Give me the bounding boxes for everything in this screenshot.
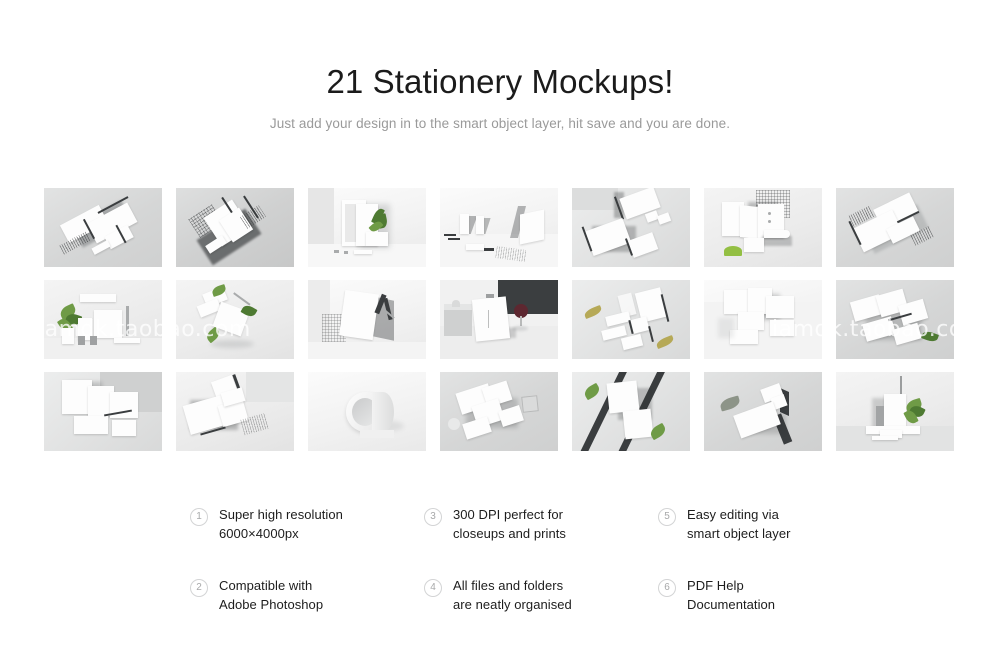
mockup-thumbnail-6[interactable] — [704, 188, 822, 267]
feature-item-3: 3 300 DPI perfect for closeups and print… — [424, 506, 658, 543]
mockup-scene-4 — [440, 188, 558, 267]
feature-line-2: closeups and prints — [453, 525, 566, 541]
mockup-thumbnail-13[interactable] — [704, 280, 822, 359]
mockup-thumbnail-12[interactable] — [572, 280, 690, 359]
feature-item-2: 2 Compatible with Adobe Photoshop — [190, 577, 424, 614]
mockup-thumbnail-21[interactable] — [836, 372, 954, 451]
mockup-thumbnail-19[interactable] — [572, 372, 690, 451]
mockup-thumbnail-17[interactable] — [308, 372, 426, 451]
mockup-scene-17 — [308, 372, 426, 451]
mockup-scene-20 — [704, 372, 822, 451]
feature-text: All files and folders are neatly organis… — [453, 577, 572, 614]
page-subtitle: Just add your design in to the smart obj… — [269, 116, 731, 131]
feature-text: Super high resolution 6000×4000px — [219, 506, 343, 543]
mockup-scene-14 — [836, 280, 954, 359]
mockup-scene-16 — [176, 372, 294, 451]
feature-line-2: smart object layer — [687, 525, 791, 541]
feature-text: Easy editing via smart object layer — [687, 506, 791, 543]
feature-list: 1 Super high resolution 6000×4000px 3 30… — [190, 506, 890, 614]
mockup-thumbnail-16[interactable] — [176, 372, 294, 451]
feature-item-5: 5 Easy editing via smart object layer — [658, 506, 890, 543]
mockup-scene-12 — [572, 280, 690, 359]
page-title: 21 Stationery Mockups! — [326, 63, 674, 100]
feature-line-2: 6000×4000px — [219, 525, 299, 541]
feature-number-badge: 6 — [658, 579, 676, 597]
feature-text: Compatible with Adobe Photoshop — [219, 577, 323, 614]
feature-item-1: 1 Super high resolution 6000×4000px — [190, 506, 424, 543]
feature-number-badge: 5 — [658, 508, 676, 526]
mockup-thumbnail-9[interactable] — [176, 280, 294, 359]
header: 21 Stationery Mockups! Just add your des… — [0, 0, 1000, 131]
feature-text: 300 DPI perfect for closeups and prints — [453, 506, 566, 543]
mockup-scene-5 — [572, 188, 690, 267]
feature-line-2: Documentation — [687, 596, 776, 612]
mockup-thumbnail-1[interactable] — [44, 188, 162, 267]
mockup-thumbnail-11[interactable] — [440, 280, 558, 359]
feature-item-6: 6 PDF Help Documentation — [658, 577, 890, 614]
feature-line-1: Compatible with — [219, 578, 313, 593]
poster-page: 21 Stationery Mockups! Just add your des… — [0, 0, 1000, 665]
mockup-scene-11 — [440, 280, 558, 359]
mockup-scene-3 — [308, 188, 426, 267]
feature-line-2: Adobe Photoshop — [219, 596, 324, 612]
mockup-thumbnail-4[interactable] — [440, 188, 558, 267]
mockup-scene-21 — [836, 372, 954, 451]
mockup-thumbnail-14[interactable] — [836, 280, 954, 359]
mockup-thumbnail-3[interactable] — [308, 188, 426, 267]
feature-number-badge: 4 — [424, 579, 442, 597]
mockup-scene-13 — [704, 280, 822, 359]
feature-number-badge: 1 — [190, 508, 208, 526]
feature-line-1: 300 DPI perfect for — [453, 507, 564, 522]
mockup-thumbnail-18[interactable] — [440, 372, 558, 451]
feature-line-1: Easy editing via — [687, 507, 779, 522]
mockup-thumbnail-7[interactable] — [836, 188, 954, 267]
mockup-thumbnail-20[interactable] — [704, 372, 822, 451]
mockup-scene-15 — [44, 372, 162, 451]
mockup-scene-2 — [176, 188, 294, 267]
mockup-thumbnail-15[interactable] — [44, 372, 162, 451]
mockup-scene-7 — [836, 188, 954, 267]
mockup-thumbnail-8[interactable] — [44, 280, 162, 359]
mockup-gallery — [44, 188, 956, 451]
mockup-thumbnail-10[interactable] — [308, 280, 426, 359]
mockup-thumbnail-2[interactable] — [176, 188, 294, 267]
mockup-scene-6 — [704, 188, 822, 267]
mockup-scene-1 — [44, 188, 162, 267]
mockup-scene-10 — [308, 280, 426, 359]
feature-line-2: are neatly organised — [453, 596, 572, 612]
mockup-scene-9 — [176, 280, 294, 359]
feature-number-badge: 3 — [424, 508, 442, 526]
feature-item-4: 4 All files and folders are neatly organ… — [424, 577, 658, 614]
mockup-thumbnail-5[interactable] — [572, 188, 690, 267]
mockup-scene-8 — [44, 280, 162, 359]
mockup-scene-19 — [572, 372, 690, 451]
feature-text: PDF Help Documentation — [687, 577, 775, 614]
feature-line-1: All files and folders — [453, 578, 564, 593]
feature-line-1: Super high resolution — [219, 507, 343, 522]
mockup-scene-18 — [440, 372, 558, 451]
feature-line-1: PDF Help — [687, 578, 744, 593]
feature-number-badge: 2 — [190, 579, 208, 597]
